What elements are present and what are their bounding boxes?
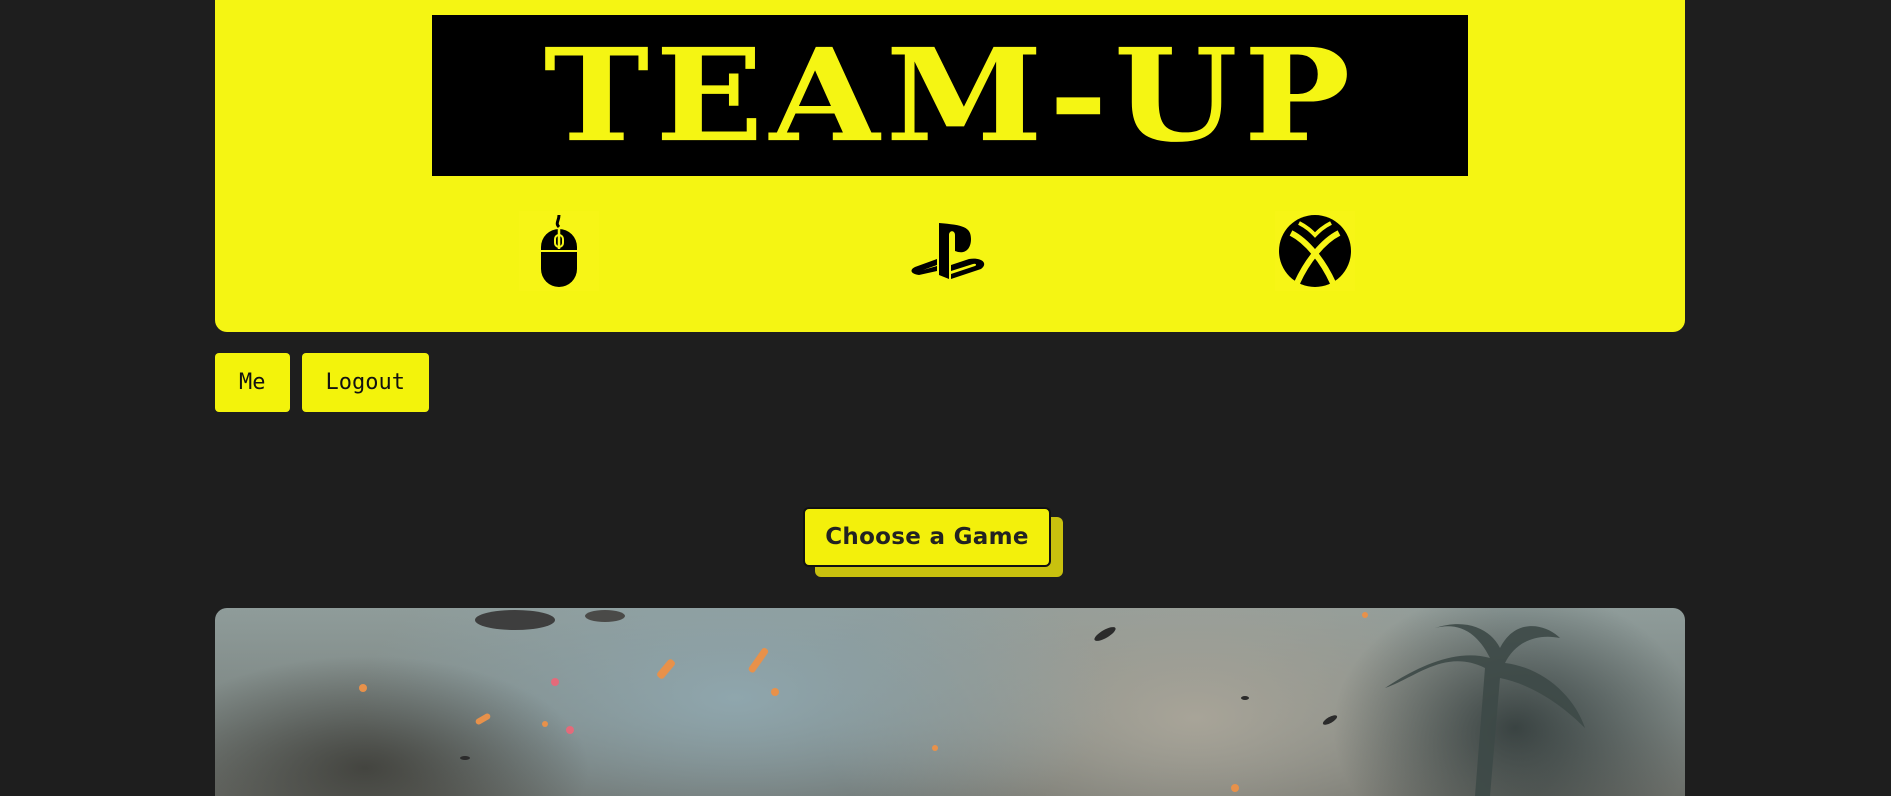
xbox-icon [1275, 211, 1355, 291]
hero-image [215, 608, 1685, 796]
logo: TEAM-UP [432, 15, 1468, 176]
playstation-icon [909, 211, 989, 291]
header-banner: TEAM-UP [215, 0, 1685, 332]
me-button[interactable]: Me [215, 353, 290, 412]
top-nav: Me Logout [215, 353, 429, 412]
choose-game-wrapper: Choose a Game [803, 507, 1063, 577]
logo-text: TEAM-UP [543, 20, 1357, 171]
page: TEAM-UP Me Logout Choose a Game [0, 0, 1891, 796]
battle-scene-image [359, 610, 1585, 796]
choose-game-button[interactable]: Choose a Game [803, 507, 1051, 567]
logout-button[interactable]: Logout [301, 353, 429, 412]
mouse-icon [519, 211, 599, 291]
